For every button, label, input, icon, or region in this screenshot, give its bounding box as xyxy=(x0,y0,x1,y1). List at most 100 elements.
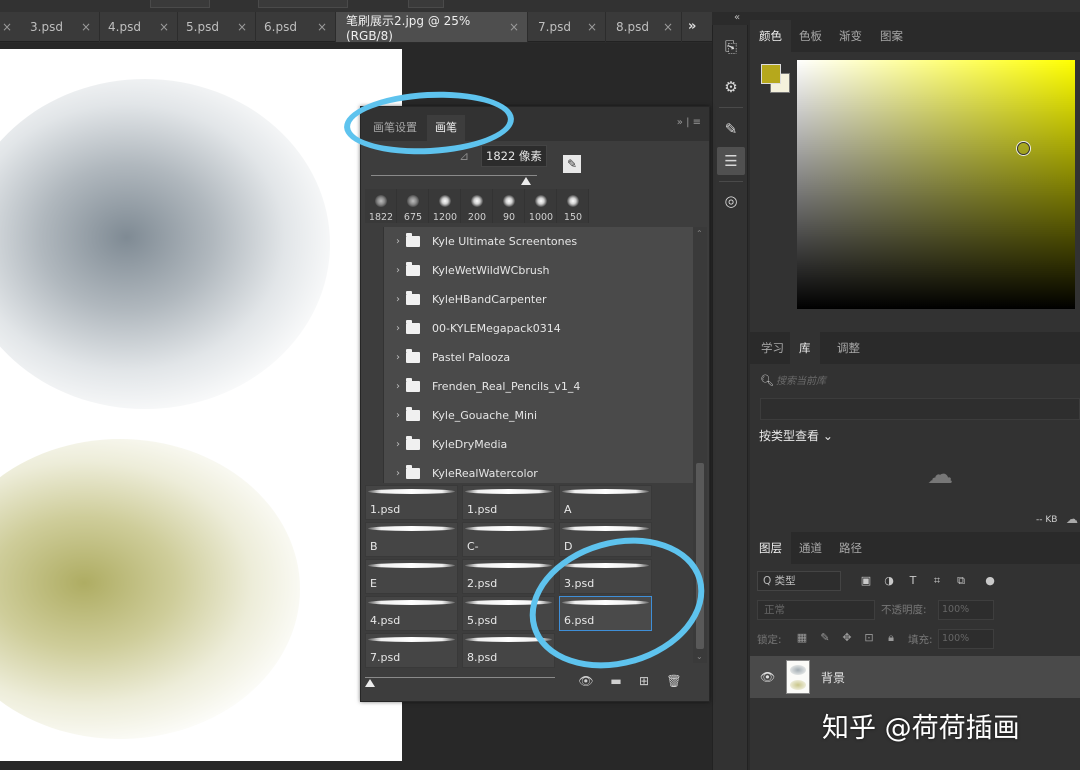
lock-image-icon[interactable]: ✎ xyxy=(818,631,832,645)
options-field[interactable] xyxy=(408,0,444,8)
history-icon[interactable]: ⎘ xyxy=(717,33,745,61)
collapse-panels-icon[interactable]: « xyxy=(734,12,740,23)
lock-artboard-icon[interactable]: ⊡ xyxy=(862,631,876,645)
brush-preset[interactable]: 90 xyxy=(493,189,525,223)
document-tab[interactable]: 8.psd × xyxy=(606,12,682,42)
brush-tile[interactable]: 7.psd xyxy=(365,633,458,668)
blend-mode-select[interactable]: 正常 xyxy=(757,600,875,620)
chevron-right-icon[interactable]: › xyxy=(384,352,400,363)
close-icon[interactable]: × xyxy=(2,12,12,42)
chevron-up-icon[interactable]: ⌃ xyxy=(696,229,703,238)
cloud-icon[interactable]: ☁ xyxy=(1066,512,1078,526)
brush-folder[interactable]: › Kyle_Gouache_Mini xyxy=(384,401,694,430)
close-icon[interactable]: × xyxy=(317,20,327,34)
foreground-color-swatch[interactable] xyxy=(761,64,781,84)
document-canvas[interactable] xyxy=(0,49,402,761)
brush-size-input[interactable]: 1822 像素 xyxy=(481,145,547,167)
library-search-input[interactable]: 搜索当前库 xyxy=(776,372,826,387)
close-icon[interactable]: × xyxy=(159,20,169,34)
brush-folder[interactable]: › KyleRealWatercolor xyxy=(384,459,694,488)
brush-tile[interactable]: A xyxy=(559,485,652,520)
brush-preset[interactable]: 200 xyxy=(461,189,493,223)
chevron-right-icon[interactable]: › xyxy=(384,265,400,276)
brush-folder[interactable]: › KyleWetWildWCbrush xyxy=(384,256,694,285)
shape-filter-icon[interactable]: ⌗ xyxy=(929,573,945,589)
chevron-right-icon[interactable]: › xyxy=(384,323,400,334)
chevron-down-icon[interactable]: ⌄ xyxy=(696,652,703,661)
brush-size-slider[interactable] xyxy=(371,175,537,176)
brush-tile[interactable]: 1.psd xyxy=(462,485,555,520)
brush-folder[interactable]: › KyleHBandCarpenter xyxy=(384,285,694,314)
clone-source-icon[interactable]: ◎ xyxy=(717,187,745,215)
filter-toggle-icon[interactable]: ● xyxy=(982,573,998,589)
close-icon[interactable]: × xyxy=(587,20,597,34)
lock-position-icon[interactable]: ✥ xyxy=(840,631,854,645)
brush-settings-icon[interactable]: ✎ xyxy=(717,115,745,143)
close-icon[interactable]: × xyxy=(663,20,673,34)
chevron-right-icon[interactable]: › xyxy=(384,439,400,450)
tab-gradients[interactable]: 渐变 xyxy=(830,20,871,52)
close-icon[interactable]: × xyxy=(509,20,519,34)
opacity-input[interactable]: 100% xyxy=(938,600,994,620)
chevron-right-icon[interactable]: › xyxy=(384,294,400,305)
brush-edit-icon[interactable]: ✎ xyxy=(563,155,581,173)
brush-list-scrollbar[interactable]: ⌃ ⌄ xyxy=(693,227,707,663)
new-group-folder-icon[interactable]: ▬ xyxy=(607,673,625,689)
scrollbar-thumb[interactable] xyxy=(696,463,704,649)
tab-adjustments[interactable]: 调整 xyxy=(828,332,869,364)
tab-paths[interactable]: 路径 xyxy=(830,532,871,564)
image-filter-icon[interactable]: ▣ xyxy=(858,573,874,589)
document-tab[interactable]: 3.psd × xyxy=(0,12,100,42)
panel-menu-icon[interactable]: » | ≡ xyxy=(677,117,701,128)
layer-row[interactable]: 👁︎ 背景 xyxy=(750,656,1080,698)
tab-libraries[interactable]: 库 xyxy=(790,332,820,364)
document-tab[interactable]: 7.psd × xyxy=(528,12,606,42)
chevron-right-icon[interactable]: › xyxy=(384,236,400,247)
close-icon[interactable]: × xyxy=(237,20,247,34)
brush-tile[interactable]: 5.psd xyxy=(462,596,555,631)
brush-tile[interactable]: 1.psd xyxy=(365,485,458,520)
brush-tile[interactable]: E xyxy=(365,559,458,594)
close-icon[interactable]: × xyxy=(81,20,91,34)
chevron-right-icon[interactable]: › xyxy=(384,410,400,421)
options-field[interactable] xyxy=(258,0,348,8)
brush-tile[interactable]: 2.psd xyxy=(462,559,555,594)
brush-preset[interactable]: 675 xyxy=(397,189,429,223)
adjustment-filter-icon[interactable]: ◑ xyxy=(881,573,897,589)
tab-brush-settings[interactable]: 画笔设置 xyxy=(365,115,425,141)
tab-overflow-icon[interactable]: » xyxy=(688,12,696,42)
new-brush-icon[interactable]: ⊞ xyxy=(635,673,653,689)
brush-tile[interactable]: C- xyxy=(462,522,555,557)
adjust-sliders-icon[interactable]: ☰ xyxy=(717,147,745,175)
brush-preset[interactable]: 1000 xyxy=(525,189,557,223)
brush-tile[interactable]: 4.psd xyxy=(365,596,458,631)
chevron-right-icon[interactable]: › xyxy=(384,381,400,392)
visibility-eye-icon[interactable]: 👁︎ xyxy=(760,670,775,684)
color-picker-field[interactable] xyxy=(797,60,1075,309)
document-tab[interactable]: 5.psd × xyxy=(178,12,256,42)
brush-preset[interactable]: 1822 xyxy=(365,189,397,223)
tab-color[interactable]: 颜色 xyxy=(750,20,791,52)
brush-tile-selected[interactable]: 6.psd xyxy=(559,596,652,631)
toggle-preview-icon[interactable]: 👁︎ xyxy=(577,673,595,689)
brush-tile[interactable]: B xyxy=(365,522,458,557)
document-tab-active[interactable]: 笔刷展示2.jpg @ 25%(RGB/8) × xyxy=(336,12,528,43)
properties-icon[interactable]: ⚙ xyxy=(717,73,745,101)
brush-tile[interactable]: 3.psd xyxy=(559,559,652,594)
type-filter-icon[interactable]: T xyxy=(905,573,921,589)
tab-brushes[interactable]: 画笔 xyxy=(427,115,465,141)
view-by-type-dropdown[interactable]: 按类型查看 ⌄ xyxy=(759,427,833,444)
brush-folder[interactable]: › 00-KYLEMegapack0314 xyxy=(384,314,694,343)
slider-thumb[interactable] xyxy=(521,177,531,185)
brush-folder[interactable]: › Kyle Ultimate Screentones xyxy=(384,227,694,256)
fill-input[interactable]: 100% xyxy=(938,629,994,649)
lock-transparent-icon[interactable]: ▦ xyxy=(795,631,809,645)
smart-object-filter-icon[interactable]: ⧉ xyxy=(953,573,969,589)
layer-filter-select[interactable]: Q 类型 xyxy=(757,571,841,591)
options-field[interactable] xyxy=(150,0,210,8)
lock-all-icon[interactable]: 🔒︎ xyxy=(884,631,898,645)
brush-preset[interactable]: 150 xyxy=(557,189,589,223)
thumbnail-size-slider[interactable] xyxy=(365,677,555,678)
trash-icon[interactable]: 🗑︎ xyxy=(665,673,683,689)
brush-folder[interactable]: › Frenden_Real_Pencils_v1_4 xyxy=(384,372,694,401)
